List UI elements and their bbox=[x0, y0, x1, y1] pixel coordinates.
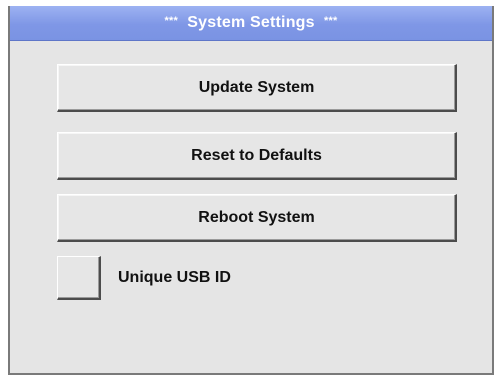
page-title: *** System Settings *** bbox=[165, 14, 338, 32]
title-prefix-stars: *** bbox=[164, 15, 178, 27]
reset-to-defaults-button[interactable]: Reset to Defaults bbox=[57, 132, 457, 180]
unique-usb-id-label: Unique USB ID bbox=[118, 269, 231, 286]
reboot-system-button[interactable]: Reboot System bbox=[57, 194, 457, 242]
title-label: System Settings bbox=[187, 14, 315, 31]
unique-usb-id-option: Unique USB ID bbox=[57, 255, 231, 301]
update-system-button[interactable]: Update System bbox=[57, 64, 457, 112]
update-system-label: Update System bbox=[198, 78, 315, 96]
settings-screen: *** System Settings *** Update System Re… bbox=[8, 6, 494, 375]
title-suffix-stars: *** bbox=[324, 15, 338, 27]
unique-usb-id-checkbox[interactable] bbox=[57, 256, 101, 300]
reset-to-defaults-label: Reset to Defaults bbox=[191, 146, 322, 164]
title-bar: *** System Settings *** bbox=[10, 6, 492, 41]
reboot-system-label: Reboot System bbox=[198, 208, 315, 226]
